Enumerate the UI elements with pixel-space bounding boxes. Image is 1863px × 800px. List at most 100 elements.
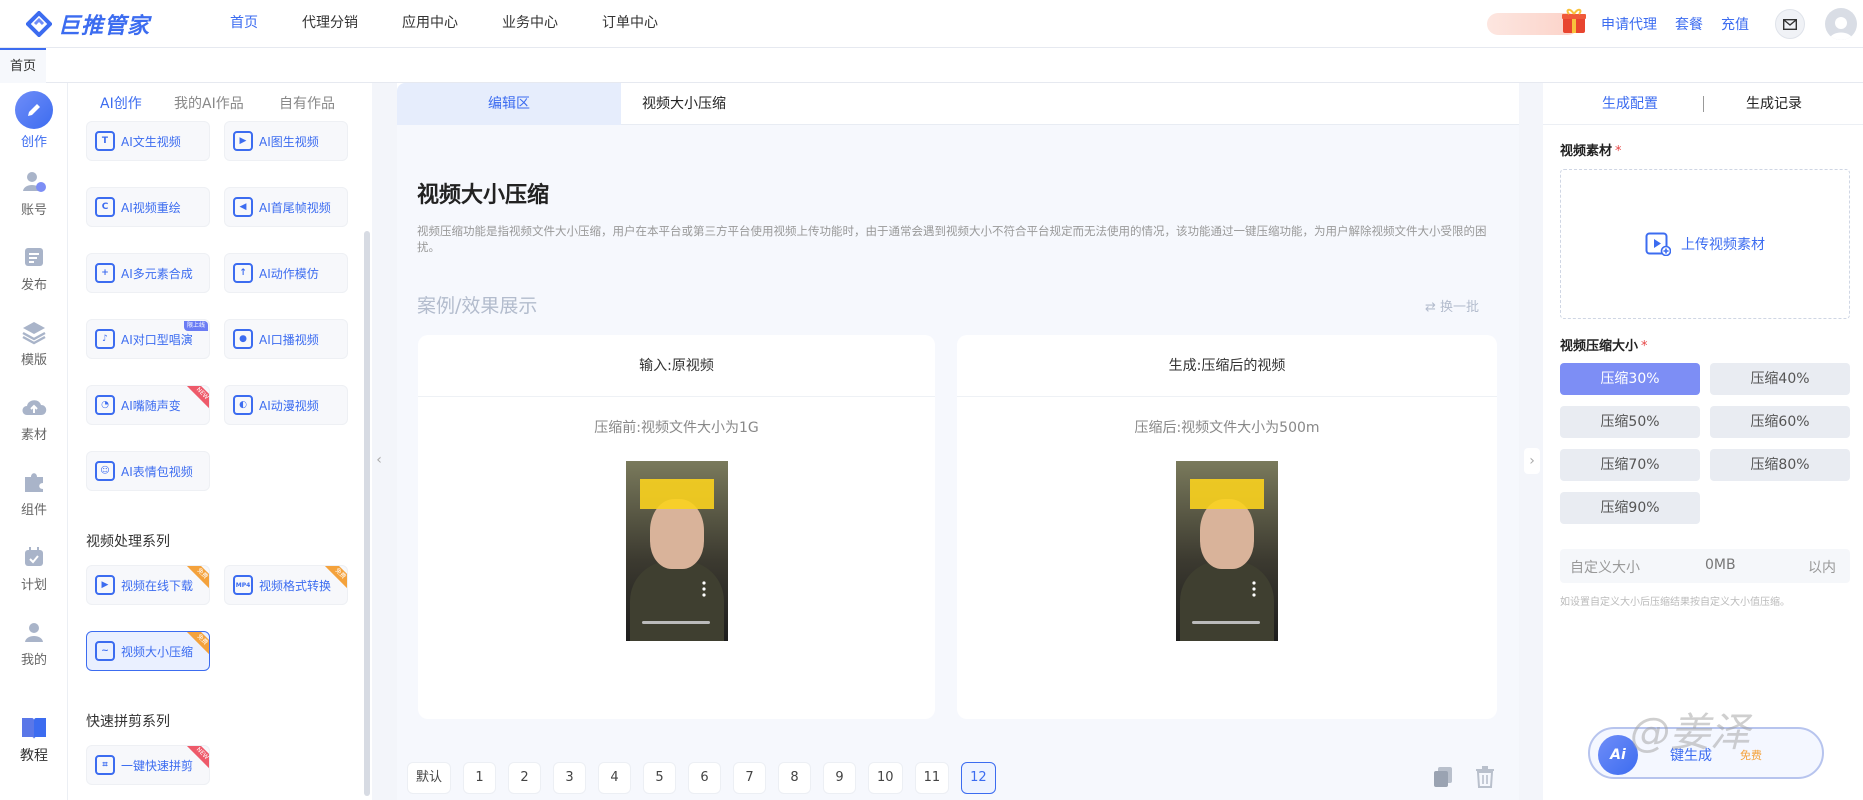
pager-page[interactable]: 9: [823, 762, 857, 794]
pager-page[interactable]: 8: [778, 762, 812, 794]
output-video-thumbnail[interactable]: [1176, 461, 1278, 641]
editor-area: 编辑区 视频大小压缩 视频大小压缩 视频压缩功能是指视频文件大小压缩，用户在本平…: [397, 83, 1519, 800]
crop-icon: ⌗: [95, 755, 115, 775]
tool-anime-video[interactable]: ◐ AI动漫视频: [224, 385, 348, 425]
rail-item-tutorial[interactable]: 教程: [0, 713, 68, 765]
compress-option[interactable]: 压缩80%: [1710, 449, 1850, 481]
tool-image-to-video[interactable]: ▶ AI图生视频: [224, 121, 348, 161]
tool-video-redraw[interactable]: C AI视频重绘: [86, 187, 210, 227]
promo-banner[interactable]: [1487, 8, 1586, 35]
user-avatar[interactable]: [1825, 8, 1857, 40]
tool-label: 一键快速拼剪: [121, 758, 194, 773]
tab-separator: [1703, 96, 1704, 112]
pager-page[interactable]: 11: [914, 762, 950, 794]
rail-label-publish: 发布: [20, 278, 47, 293]
pager-page[interactable]: 5: [643, 762, 677, 794]
tool-label: AI图生视频: [259, 134, 319, 149]
pager-default[interactable]: 默认: [407, 762, 452, 794]
tool-label: AI动漫视频: [259, 398, 319, 413]
tool-format-convert[interactable]: MP4 视频格式转换 免费: [224, 565, 348, 605]
rail-item-plan[interactable]: 计划: [0, 542, 68, 593]
section-quick-cut: 快速拼剪系列: [86, 714, 170, 730]
compress-option[interactable]: 压缩70%: [1560, 449, 1700, 481]
trash-icon[interactable]: [1475, 766, 1495, 792]
pager-page[interactable]: 2: [508, 762, 542, 794]
tab-gen-records[interactable]: 生成记录: [1746, 83, 1802, 125]
nav-agent[interactable]: 代理分销: [280, 0, 380, 48]
apply-agent-link[interactable]: 申请代理: [1601, 14, 1657, 34]
compress-option[interactable]: 压缩50%: [1560, 406, 1700, 438]
tool-mouth-follow-voice[interactable]: ◔ AI嘴随声变 NEW: [86, 385, 210, 425]
collapse-left-icon[interactable]: ‹: [372, 440, 386, 480]
tab-my-ai-works[interactable]: 我的AI作品: [174, 93, 244, 113]
rail-label-tutorial: 教程: [20, 748, 48, 764]
brand-name: 巨推管家: [58, 14, 151, 39]
pager-page[interactable]: 4: [598, 762, 632, 794]
tool-video-download[interactable]: ▶ 视频在线下载 免费: [86, 565, 210, 605]
compress-option[interactable]: 压缩30%: [1560, 363, 1700, 395]
custom-size-value[interactable]: 0MB: [1705, 557, 1736, 573]
rail-item-template[interactable]: 模版: [0, 317, 68, 368]
tool-quick-cut[interactable]: ⌗ 一键快速拼剪 NEW: [86, 745, 210, 785]
tab-gen-config[interactable]: 生成配置: [1602, 83, 1658, 125]
pager-page[interactable]: 12: [961, 762, 996, 794]
input-video-thumbnail[interactable]: [626, 461, 728, 641]
recharge-link[interactable]: 充值: [1721, 14, 1749, 34]
rail-item-material[interactable]: 素材: [0, 392, 68, 443]
upload-area[interactable]: 上传视频素材: [1560, 169, 1850, 319]
tool-motion-imitate[interactable]: ↑ AI动作模仿: [224, 253, 348, 293]
custom-size-label: 自定义大小: [1570, 560, 1640, 576]
tool-label: AI口播视频: [259, 332, 319, 347]
pager-page[interactable]: 6: [688, 762, 722, 794]
compress-option[interactable]: 压缩40%: [1710, 363, 1850, 395]
tool-panel-scrollbar[interactable]: [364, 231, 370, 796]
tool-label: AI嘴随声变: [121, 398, 181, 413]
custom-size-field[interactable]: 自定义大小 0MB 以内: [1560, 549, 1850, 583]
tab-video-compress[interactable]: 视频大小压缩: [642, 83, 726, 125]
rail-label-create: 创作: [20, 135, 47, 150]
nav-business[interactable]: 业务中心: [480, 0, 580, 48]
compress-option[interactable]: 压缩90%: [1560, 492, 1700, 524]
gift-icon: [1562, 8, 1586, 33]
output-card-head: 生成:压缩后的视频: [957, 335, 1497, 397]
custom-size-suffix: 以内: [1808, 560, 1836, 576]
nav-orders[interactable]: 订单中心: [580, 0, 680, 48]
user-add-icon: [19, 167, 49, 197]
mic-icon: ●: [233, 329, 253, 349]
pager-page[interactable]: 3: [553, 762, 587, 794]
tool-multi-element[interactable]: + AI多元素合成: [86, 253, 210, 293]
rail-item-publish[interactable]: 发布: [0, 242, 68, 293]
nav-apps[interactable]: 应用中心: [380, 0, 480, 48]
rail-item-mine[interactable]: 我的: [0, 617, 68, 668]
tool-first-last-frame[interactable]: ◀ AI首尾帧视频: [224, 187, 348, 227]
badge-label: NEW: [186, 386, 209, 410]
collapse-right-icon[interactable]: ›: [1524, 448, 1540, 474]
tab-own-works[interactable]: 自有作品: [279, 93, 335, 113]
mail-icon[interactable]: [1775, 9, 1805, 39]
compress-option[interactable]: 压缩60%: [1710, 406, 1850, 438]
tool-label: 视频大小压缩: [121, 644, 194, 659]
copy-icon[interactable]: [1433, 766, 1453, 792]
tool-video-compress[interactable]: ~ 视频大小压缩 免费: [86, 631, 210, 671]
tab-edit-area[interactable]: 编辑区: [397, 83, 621, 125]
brand-logo[interactable]: 巨推管家: [25, 8, 151, 40]
tool-text-to-video[interactable]: T AI文生视频: [86, 121, 210, 161]
tool-label: AI多元素合成: [121, 266, 193, 281]
tool-emoji-video[interactable]: ☺ AI表情包视频: [86, 451, 210, 491]
tool-lip-sync[interactable]: ♪ AI对口型唱演 限上线: [86, 319, 210, 359]
rail-item-create[interactable]: 创作: [0, 91, 68, 150]
cloud-upload-icon: [19, 392, 49, 422]
output-card-sub: 压缩后:视频文件大小为500m: [1134, 420, 1320, 436]
nav-home[interactable]: 首页: [208, 0, 280, 48]
page-tab-home[interactable]: 首页: [0, 48, 47, 83]
rail-item-account[interactable]: 账号: [0, 167, 68, 218]
tool-talking-video[interactable]: ● AI口播视频: [224, 319, 348, 359]
pager-page[interactable]: 7: [733, 762, 767, 794]
pager-page[interactable]: 1: [463, 762, 497, 794]
watermark: @姜泽: [1630, 710, 1750, 756]
refresh-button[interactable]: ⇄ 换一批: [1425, 296, 1479, 315]
pager-page[interactable]: 10: [868, 762, 903, 794]
rail-item-component[interactable]: 组件: [0, 467, 68, 518]
tab-ai-create[interactable]: AI创作: [100, 93, 142, 113]
package-link[interactable]: 套餐: [1675, 14, 1703, 34]
